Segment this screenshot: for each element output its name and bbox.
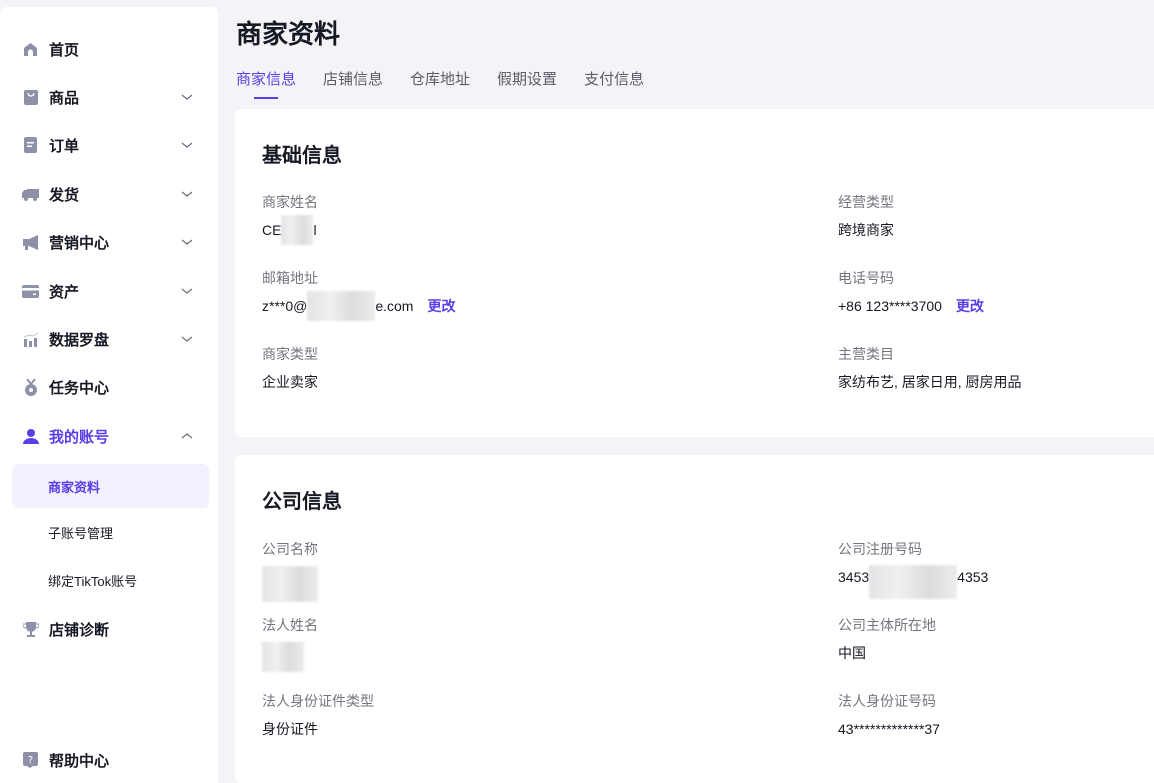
legal-id-number-field: 法人身份证号码 43*************37 — [838, 691, 1154, 739]
section-title: 公司信息 — [262, 491, 342, 513]
legal-id-type-field: 法人身份证件类型 身份证件 — [262, 691, 662, 739]
nav-shipping[interactable]: 发货 — [0, 174, 218, 214]
tab-bar: 商家信息 店铺信息 仓库地址 假期设置 支付信息 — [236, 68, 644, 99]
nav-data-compass[interactable]: 数据罗盘 — [0, 319, 218, 359]
card-icon — [22, 283, 39, 300]
tab-warehouse-address[interactable]: 仓库地址 — [410, 68, 470, 95]
field-label: 商家姓名 — [262, 194, 318, 210]
field-label: 法人身份证号码 — [838, 693, 936, 709]
sub-subaccounts[interactable]: 子账号管理 — [12, 510, 209, 554]
field-label: 公司名称 — [262, 541, 318, 557]
field-value: 企业卖家 — [262, 374, 318, 390]
truck-icon — [22, 186, 39, 203]
email-field: 邮箱地址 z***0@ e.com 更改 — [262, 268, 662, 321]
redacted-blur — [262, 642, 304, 672]
company-location-field: 公司主体所在地 中国 — [838, 615, 1154, 663]
field-value: z***0@ — [262, 298, 308, 314]
legal-rep-name-field: 法人姓名 — [262, 615, 662, 672]
merchant-type-field: 商家类型 企业卖家 — [262, 344, 662, 392]
field-value: 跨境商家 — [838, 222, 894, 238]
redacted-blur — [262, 566, 318, 602]
business-type-field: 经营类型 跨境商家 — [838, 192, 1154, 240]
nav-my-account[interactable]: 我的账号 — [0, 416, 218, 456]
nav-store-diagnosis[interactable]: 店铺诊断 — [0, 609, 218, 649]
sub-merchant-profile[interactable]: 商家资料 — [12, 464, 209, 508]
nav-marketing[interactable]: 营销中心 — [0, 222, 218, 262]
svg-text:?: ? — [28, 755, 33, 766]
nav-home[interactable]: 首页 — [0, 29, 218, 69]
field-label: 经营类型 — [838, 194, 894, 210]
tab-merchant-info[interactable]: 商家信息 — [236, 68, 296, 99]
chart-icon — [22, 331, 39, 348]
home-icon — [22, 41, 39, 58]
field-value: 中国 — [838, 645, 866, 661]
tab-payment-info[interactable]: 支付信息 — [584, 68, 644, 95]
megaphone-icon — [22, 234, 39, 251]
field-label: 法人身份证件类型 — [262, 693, 374, 709]
field-label: 电话号码 — [838, 270, 894, 286]
field-value: 身份证件 — [262, 721, 318, 737]
help-icon: ? — [22, 752, 39, 769]
user-icon — [22, 428, 39, 445]
change-phone-link[interactable]: 更改 — [956, 296, 984, 316]
sub-bind-tiktok[interactable]: 绑定TikTok账号 — [12, 558, 209, 602]
field-label: 法人姓名 — [262, 617, 318, 633]
company-info-card: 公司信息 公司名称 公司注册号码 3453 4353 法人姓名 公司主体所在地 中国 … — [235, 455, 1154, 783]
nav-tasks[interactable]: 任务中心 — [0, 367, 218, 407]
field-value: +86 123****3700 — [838, 298, 942, 314]
redacted-blur — [307, 291, 376, 321]
tab-holiday-settings[interactable]: 假期设置 — [497, 68, 557, 95]
trophy-icon — [22, 621, 39, 638]
field-value: CE — [262, 222, 282, 238]
field-value-suffix: e.com — [375, 298, 414, 314]
nav-products[interactable]: 商品 — [0, 77, 218, 117]
company-reg-number-field: 公司注册号码 3453 4353 — [838, 539, 1154, 599]
redacted-blur — [869, 565, 958, 599]
chevron-down-icon — [181, 191, 193, 197]
chevron-down-icon — [181, 239, 193, 245]
main-category-field: 主营类目家纺布艺, 居家日用, 厨房用品 — [838, 344, 1154, 392]
tab-store-info[interactable]: 店铺信息 — [323, 68, 383, 95]
chevron-down-icon — [181, 142, 193, 148]
basic-info-card: 基础信息 商家姓名 CE l 经营类型 跨境商家 邮箱地址 z***0@ e.com 更改 … — [235, 109, 1154, 437]
field-value-suffix: 4353 — [957, 569, 989, 585]
nav-assets[interactable]: 资产 — [0, 271, 218, 311]
field-label: 主营类目 — [838, 346, 894, 362]
sidebar: 首页 商品 订单 发货 营销中心 资产 数据罗盘 任务中心 我的账号 商家资料 … — [0, 7, 218, 783]
nav-orders[interactable]: 订单 — [0, 125, 218, 165]
field-label: 公司注册号码 — [838, 541, 922, 557]
section-title: 基础信息 — [262, 145, 342, 167]
medal-icon — [22, 378, 39, 396]
company-name-field: 公司名称 — [262, 539, 662, 602]
phone-field: 电话号码 +86 123****3700 更改 — [838, 268, 1154, 316]
field-label: 邮箱地址 — [262, 270, 318, 286]
chevron-down-icon — [181, 336, 193, 342]
field-label: 商家类型 — [262, 346, 318, 362]
field-value: 3453 — [838, 569, 870, 585]
merchant-name-field: 商家姓名 CE l — [262, 192, 662, 245]
chevron-down-icon — [181, 94, 193, 100]
chevron-down-icon — [181, 288, 193, 294]
change-email-link[interactable]: 更改 — [427, 296, 455, 316]
nav-help[interactable]: ? 帮助中心 — [0, 740, 218, 780]
page-title: 商家资料 — [236, 19, 341, 49]
order-icon — [22, 137, 39, 154]
field-value: 43*************37 — [838, 721, 940, 737]
bag-icon — [22, 89, 39, 106]
field-label: 公司主体所在地 — [838, 617, 936, 633]
field-value: 家纺布艺, 居家日用, 厨房用品 — [838, 374, 1022, 390]
field-value-suffix: l — [313, 222, 317, 238]
redacted-blur — [281, 215, 314, 245]
chevron-up-icon — [181, 433, 193, 439]
